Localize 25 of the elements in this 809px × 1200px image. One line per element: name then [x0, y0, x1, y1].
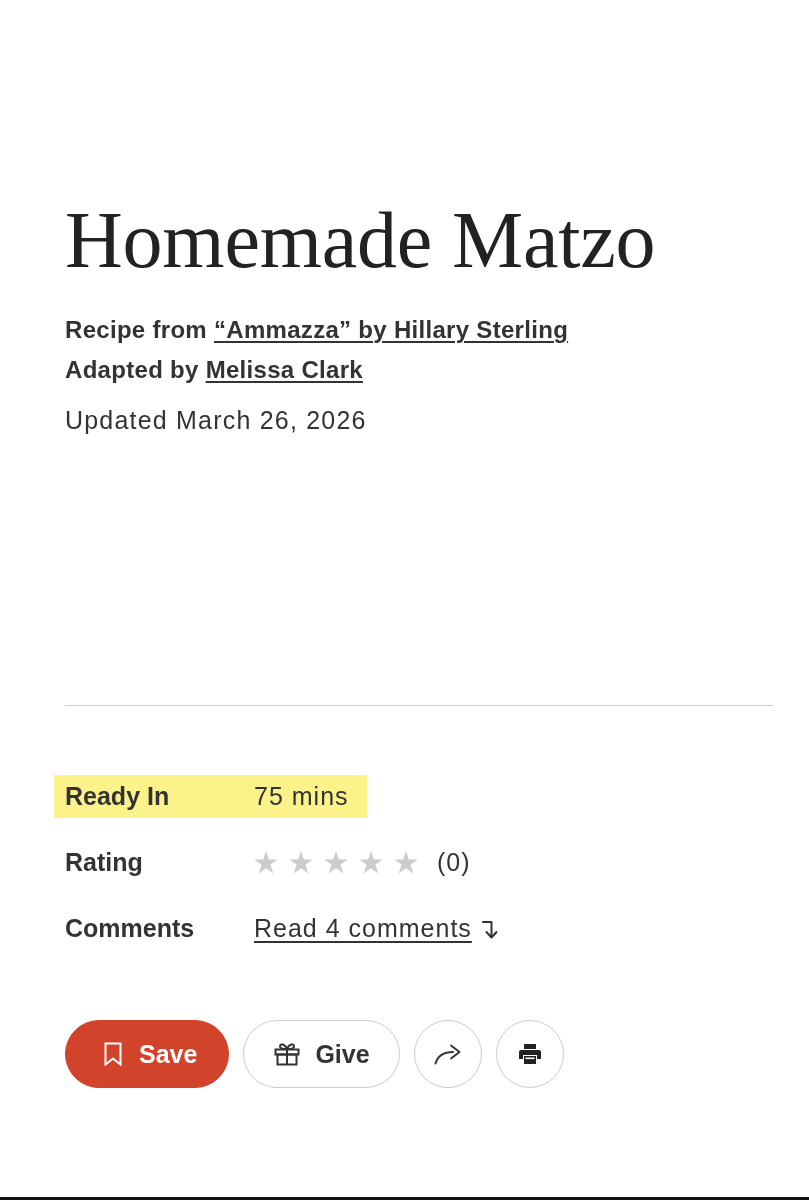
recipe-credit: Recipe from “Ammazza” by Hillary Sterling [65, 315, 569, 345]
credit-link[interactable]: “Ammazza” by Hillary Sterling [214, 316, 569, 343]
down-arrow-icon [481, 918, 498, 939]
star-rating[interactable] [254, 851, 418, 874]
credit-link[interactable]: Melissa Clark [205, 356, 363, 383]
curved-arrow-icon [433, 1043, 462, 1065]
star-icon[interactable] [289, 851, 313, 874]
detail-label: Rating [65, 848, 144, 877]
rating-count: (0) [437, 848, 471, 877]
gift-icon [274, 1042, 301, 1066]
star-icon[interactable] [254, 851, 278, 874]
detail-label: Ready In [65, 782, 171, 811]
save-button[interactable]: Save [65, 1020, 230, 1088]
give-button[interactable]: Give [243, 1020, 400, 1088]
star-icon[interactable] [394, 851, 418, 874]
star-icon[interactable] [359, 851, 383, 874]
comments-link[interactable]: Read 4 comments [254, 914, 472, 943]
recipe-title: Homemade Matzo [65, 196, 656, 284]
bookmark-icon [104, 1042, 122, 1066]
printer-icon [518, 1044, 541, 1064]
recipe-credit: Adapted by Melissa Clark [65, 355, 363, 385]
updated-date: Updated March 26, 2026 [65, 405, 367, 436]
detail-value: 75 mins [254, 782, 349, 811]
detail-label: Comments [65, 914, 196, 943]
star-icon[interactable] [324, 851, 348, 874]
